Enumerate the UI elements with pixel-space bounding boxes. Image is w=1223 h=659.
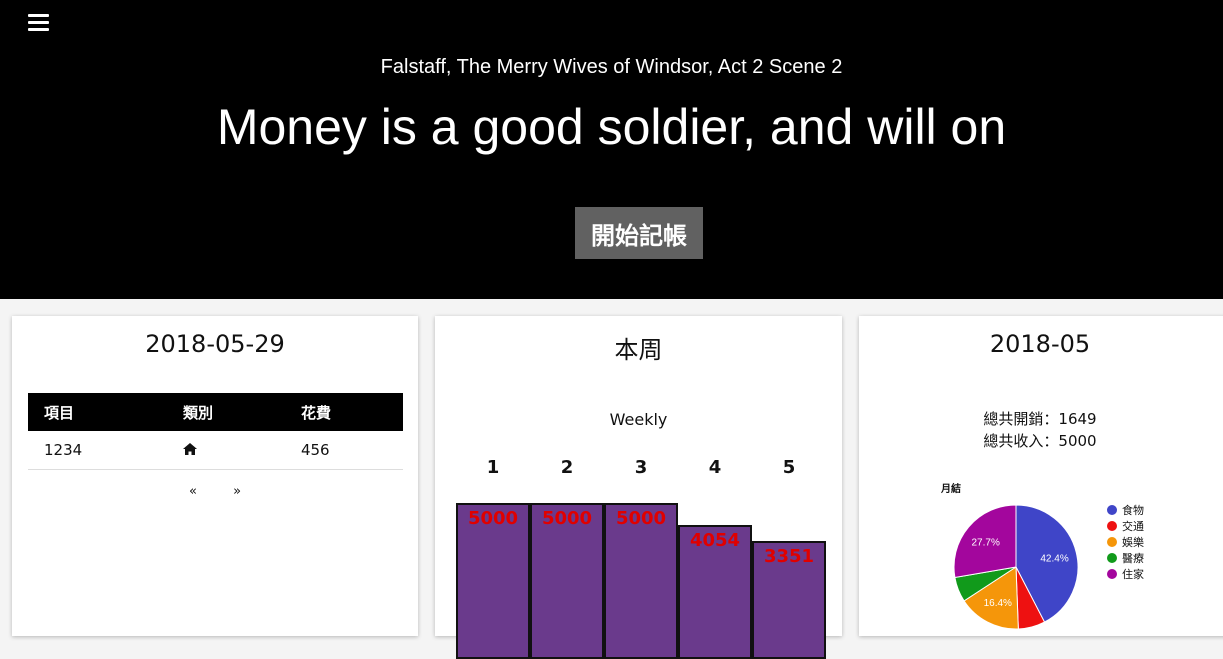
- monthly-pie-chart: 42.4% 16.4% 27.7%: [953, 504, 1079, 630]
- expense-table: 項目 類別 花費 1234 456: [28, 393, 403, 470]
- bar-value-label-1: 5000: [467, 508, 519, 529]
- hamburger-menu-icon[interactable]: [28, 14, 49, 33]
- next-page-link[interactable]: »: [233, 484, 241, 499]
- legend-item: 食物: [1107, 502, 1144, 518]
- legend-label: 住家: [1122, 568, 1144, 581]
- quote-title: Money is a good soldier, and will on: [216, 99, 1007, 155]
- pie-slice-label-3: 16.4%: [984, 598, 1012, 609]
- legend-label: 娛樂: [1122, 536, 1144, 549]
- start-bookkeeping-button[interactable]: 開始記帳: [575, 207, 703, 259]
- monthly-card: 2018-05 總共開銷：1649 總共收入：5000 月結 42.4% 16.4…: [859, 316, 1223, 636]
- legend-swatch: [1107, 569, 1117, 579]
- week-header-2: 2: [560, 457, 574, 478]
- legend-item: 娛樂: [1107, 534, 1144, 550]
- weekly-card: 本周 Weekly 1 5000 2 5000 3 5000 4 4054 5 3351: [435, 316, 842, 659]
- cell-cost: 456: [284, 431, 403, 470]
- legend-item: 住家: [1107, 566, 1144, 582]
- bar-value-label-2: 5000: [541, 508, 593, 529]
- daily-card: 2018-05-29 項目 類別 花費 1234 456 « »: [12, 316, 418, 636]
- legend-label: 醫療: [1122, 552, 1144, 565]
- legend-swatch: [1107, 521, 1117, 531]
- daily-date: 2018-05-29: [145, 330, 285, 358]
- bar-value-label-5: 3351: [763, 546, 815, 567]
- legend-label: 食物: [1122, 504, 1144, 517]
- legend-swatch: [1107, 553, 1117, 563]
- prev-page-link[interactable]: «: [189, 484, 197, 499]
- weekly-title: 本周: [614, 336, 663, 364]
- chart-title: Weekly: [609, 410, 668, 429]
- legend-item: 交通: [1107, 518, 1144, 534]
- week-header-4: 4: [708, 457, 722, 478]
- column-header-category: 類別: [166, 393, 285, 431]
- cell-item: 1234: [28, 431, 167, 470]
- week-header-5: 5: [782, 457, 796, 478]
- pager: « »: [12, 484, 418, 499]
- pie-slice-label-1: 42.4%: [1040, 554, 1068, 565]
- quote-attribution: Falstaff, The Merry Wives of Windsor, Ac…: [380, 56, 843, 78]
- bar-value-label-4: 4054: [689, 530, 741, 551]
- legend-swatch: [1107, 537, 1117, 547]
- table-row[interactable]: 1234 456: [28, 431, 403, 470]
- week-header-1: 1: [486, 457, 500, 478]
- bar-value-label-3: 5000: [615, 508, 667, 529]
- hero-banner: Falstaff, The Merry Wives of Windsor, Ac…: [0, 0, 1223, 299]
- legend-item: 醫療: [1107, 550, 1144, 566]
- table-header-row: 項目 類別 花費: [28, 393, 403, 431]
- column-header-item: 項目: [28, 393, 167, 431]
- pie-legend: 食物交通娛樂醫療住家: [1107, 502, 1144, 582]
- pie-slice-label-5: 27.7%: [971, 537, 999, 548]
- home-icon: [182, 443, 197, 455]
- legend-swatch: [1107, 505, 1117, 515]
- week-header-3: 3: [634, 457, 648, 478]
- cell-category: [166, 431, 285, 470]
- column-header-cost: 花費: [284, 393, 403, 431]
- legend-label: 交通: [1122, 520, 1144, 533]
